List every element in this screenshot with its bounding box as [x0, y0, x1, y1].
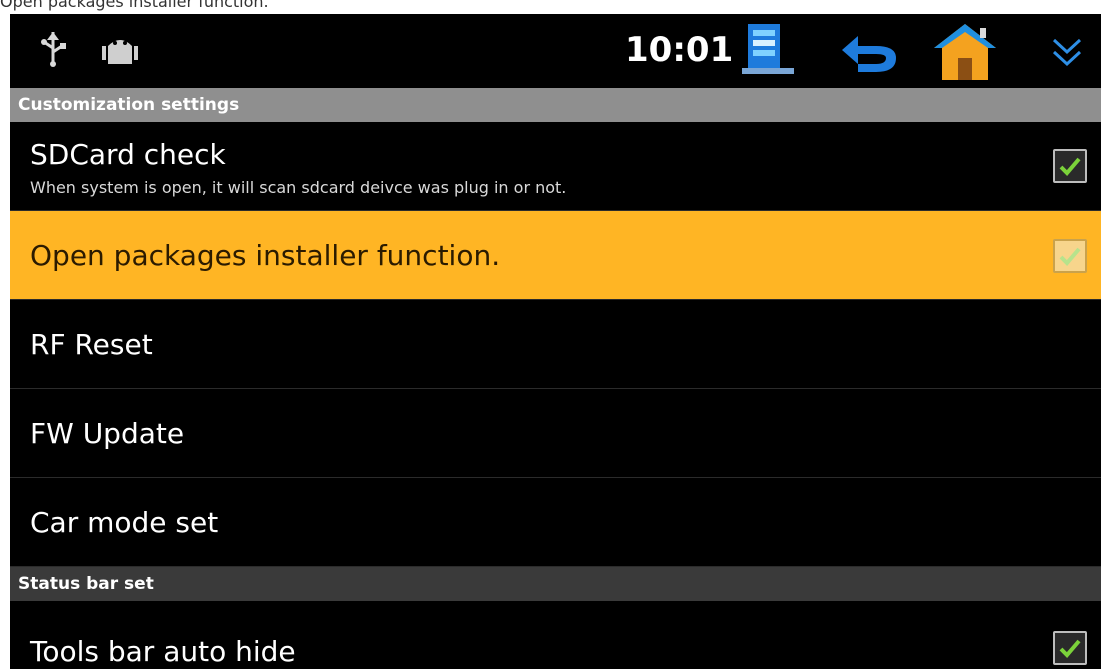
expand-down-icon[interactable]: [1050, 34, 1084, 74]
setting-row-fw-update[interactable]: FW Update: [10, 389, 1101, 478]
section-header-status-bar: Status bar set: [10, 567, 1101, 601]
status-time: 10:01: [625, 30, 734, 70]
status-bar: 10:01: [10, 14, 1101, 88]
setting-row-packages-installer[interactable]: Open packages installer function.: [10, 211, 1101, 300]
android-icon: [100, 34, 140, 72]
notes-icon[interactable]: [738, 22, 798, 82]
setting-title: RF Reset: [30, 328, 153, 361]
home-icon[interactable]: [928, 18, 1002, 88]
setting-row-sdcard-check[interactable]: SDCard check When system is open, it wil…: [10, 122, 1101, 211]
setting-title: Open packages installer function.: [30, 239, 501, 272]
usb-icon: [36, 30, 70, 74]
sdcard-check-checkbox[interactable]: [1053, 149, 1087, 183]
top-strip: Open packages installer function.: [0, 0, 1101, 14]
section-header-customization: Customization settings: [10, 88, 1101, 122]
setting-subtitle: When system is open, it will scan sdcard…: [30, 178, 567, 197]
device-screen: 10:01 Customization settings SDCard chec…: [10, 14, 1101, 669]
setting-title: FW Update: [30, 417, 185, 450]
setting-row-tools-bar-auto-hide[interactable]: Tools bar auto hide: [10, 601, 1101, 669]
setting-title: Car mode set: [30, 506, 219, 539]
setting-title: Tools bar auto hide: [30, 635, 296, 668]
setting-row-rf-reset[interactable]: RF Reset: [10, 300, 1101, 389]
tools-bar-auto-hide-checkbox[interactable]: [1053, 631, 1087, 665]
cropped-caption: Open packages installer function.: [0, 0, 269, 11]
setting-title: SDCard check: [30, 138, 226, 171]
packages-installer-checkbox[interactable]: [1053, 239, 1087, 273]
setting-row-car-mode[interactable]: Car mode set: [10, 478, 1101, 567]
back-icon[interactable]: [838, 26, 902, 82]
